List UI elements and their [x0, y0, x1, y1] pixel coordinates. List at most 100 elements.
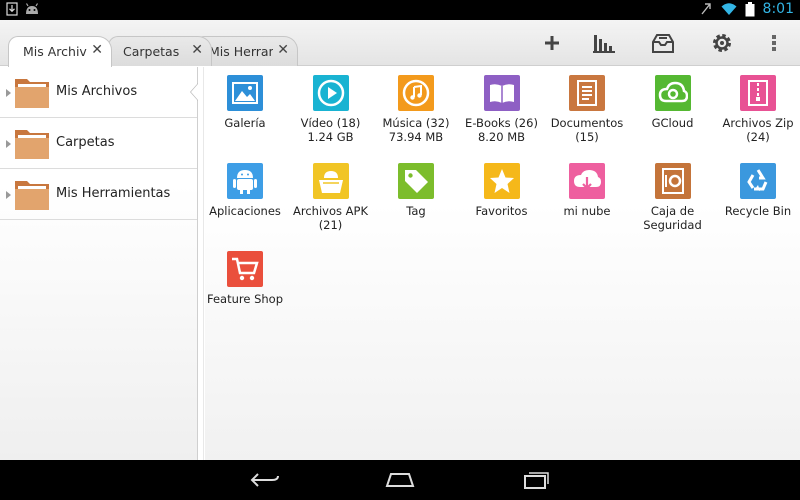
grid-item-detail: Seguridad	[643, 218, 702, 232]
tab-label: Carpetas	[123, 44, 180, 59]
folder-icon	[15, 130, 49, 159]
grid-item-label: Música (32)	[382, 116, 450, 130]
grid-item-recycle-bin[interactable]: Recycle Bin	[716, 163, 800, 218]
cart-icon	[227, 251, 263, 287]
grid-item-label: Vídeo (18)	[300, 116, 361, 130]
grid-item-detail: 73.94 MB	[388, 130, 444, 144]
grid-item-musica[interactable]: Música (32) 73.94 MB	[374, 75, 458, 144]
grid-item-label: mi nube	[563, 204, 611, 218]
grid-item-label: Aplicaciones	[209, 204, 281, 218]
document-icon	[569, 75, 605, 111]
grid-item-tag[interactable]: Tag	[374, 163, 458, 218]
back-icon	[250, 473, 279, 487]
grid-item-label: GCloud	[651, 116, 694, 130]
sidebar-item-label: Carpetas	[56, 135, 115, 150]
zip-icon	[740, 75, 776, 111]
toolbar	[526, 20, 800, 66]
expand-arrow-icon[interactable]	[6, 89, 11, 97]
grid-item-archivos-apk[interactable]: Archivos APK (21)	[289, 163, 373, 232]
book-icon	[483, 75, 520, 111]
grid-item-label: Documentos	[550, 116, 624, 130]
home-grid: Galería Vídeo (18) 1.24 GB Música (32) 73.94…	[205, 67, 800, 460]
close-icon[interactable]: ✕	[191, 42, 203, 58]
grid-item-label: Archivos APK	[293, 204, 368, 218]
grid-item-mi-nube[interactable]: mi nube	[545, 163, 629, 218]
sidebar-item-label: Mis Herramientas	[56, 186, 171, 201]
grid-item-aplicaciones[interactable]: Aplicaciones	[203, 163, 287, 218]
grid-item-label: Favoritos	[475, 204, 528, 218]
grid-item-label: Caja de	[650, 204, 695, 218]
play-icon	[312, 75, 349, 111]
grid-item-detail: (15)	[575, 130, 599, 144]
view-options-button[interactable]	[578, 20, 630, 66]
cloud-download-icon	[569, 163, 605, 199]
expand-arrow-icon[interactable]	[6, 191, 11, 199]
grid-item-label: Archivos Zip	[722, 116, 794, 130]
grid-item-ebooks[interactable]: E-Books (26) 8.20 MB	[460, 75, 544, 144]
folder-icon	[15, 181, 49, 210]
grid-item-feature-shop[interactable]: Feature Shop	[203, 251, 287, 306]
tab-carpetas[interactable]: Carpetas ✕	[108, 36, 212, 66]
tab-label: Mis Archivos	[23, 44, 87, 59]
tag-icon	[398, 163, 434, 199]
grid-item-detail: 8.20 MB	[477, 130, 526, 144]
grid-item-label: Galería	[224, 116, 266, 130]
sidebar-item-mis-archivos[interactable]: Mis Archivos	[0, 67, 198, 118]
grid-item-caja-seguridad[interactable]: Caja de Seguridad	[631, 163, 715, 232]
more-vert-icon	[772, 35, 776, 51]
tab-bar: Mis Herramientas ✕ Carpetas ✕ Mis Archiv…	[0, 20, 800, 67]
grid-item-video[interactable]: Vídeo (18) 1.24 GB	[289, 75, 373, 144]
grid-item-detail: (21)	[318, 218, 343, 232]
navigation-bar	[0, 460, 800, 500]
download-notification-icon	[6, 2, 18, 16]
wifi-icon	[721, 3, 737, 15]
new-button[interactable]	[526, 20, 578, 66]
settings-button[interactable]	[696, 20, 748, 66]
grid-item-favoritos[interactable]: Favoritos	[460, 163, 544, 218]
cloud-icon	[654, 75, 691, 111]
grid-item-archivos-zip[interactable]: Archivos Zip (24)	[716, 75, 800, 144]
back-button[interactable]	[245, 468, 285, 492]
sidebar: Mis Archivos Carpetas Mis Herramientas	[0, 67, 198, 460]
android-box-icon	[312, 163, 349, 199]
plus-icon	[545, 36, 559, 50]
recents-icon	[524, 472, 549, 489]
grid-item-label: E-Books (26)	[465, 116, 538, 130]
close-icon[interactable]: ✕	[277, 42, 289, 58]
inbox-icon	[652, 34, 674, 53]
android-icon	[227, 163, 263, 199]
tab-mis-archivos[interactable]: Mis Archivos ✕	[8, 36, 112, 67]
grid-item-galeria[interactable]: Galería	[203, 75, 287, 130]
file-manager-app: Mis Herramientas ✕ Carpetas ✕ Mis Archiv…	[0, 20, 800, 460]
grid-item-documentos[interactable]: Documentos (15)	[545, 75, 629, 144]
grid-item-detail: (24)	[746, 130, 770, 144]
selection-indicator-fill	[191, 84, 198, 100]
home-icon	[385, 473, 415, 487]
tab-label: Mis Herramientas	[209, 44, 273, 59]
expand-arrow-icon[interactable]	[6, 140, 11, 148]
recycle-icon	[740, 163, 776, 199]
grid-item-label: Feature Shop	[206, 292, 284, 306]
image-icon	[227, 75, 263, 111]
sidebar-item-carpetas[interactable]: Carpetas	[0, 118, 197, 169]
usb-debug-icon	[701, 3, 711, 15]
battery-icon	[745, 1, 755, 16]
android-notification-icon	[25, 3, 39, 14]
home-button[interactable]	[380, 468, 420, 492]
grid-item-gcloud[interactable]: GCloud	[631, 75, 715, 130]
recents-button[interactable]	[516, 468, 556, 492]
grid-item-detail: 1.24 GB	[307, 130, 354, 144]
star-icon	[483, 163, 520, 199]
close-icon[interactable]: ✕	[91, 42, 103, 58]
sidebar-item-mis-herramientas[interactable]: Mis Herramientas	[0, 169, 197, 220]
music-note-icon	[398, 75, 434, 111]
grid-item-label: Recycle Bin	[724, 204, 792, 218]
safe-icon	[654, 163, 691, 199]
folder-icon	[15, 79, 49, 108]
clock: 8:01	[762, 1, 794, 17]
windows-button[interactable]	[630, 20, 696, 66]
overflow-menu-button[interactable]	[748, 20, 800, 66]
sidebar-item-label: Mis Archivos	[56, 84, 138, 99]
grid-item-label: Tag	[406, 204, 426, 218]
gear-icon	[713, 34, 731, 52]
